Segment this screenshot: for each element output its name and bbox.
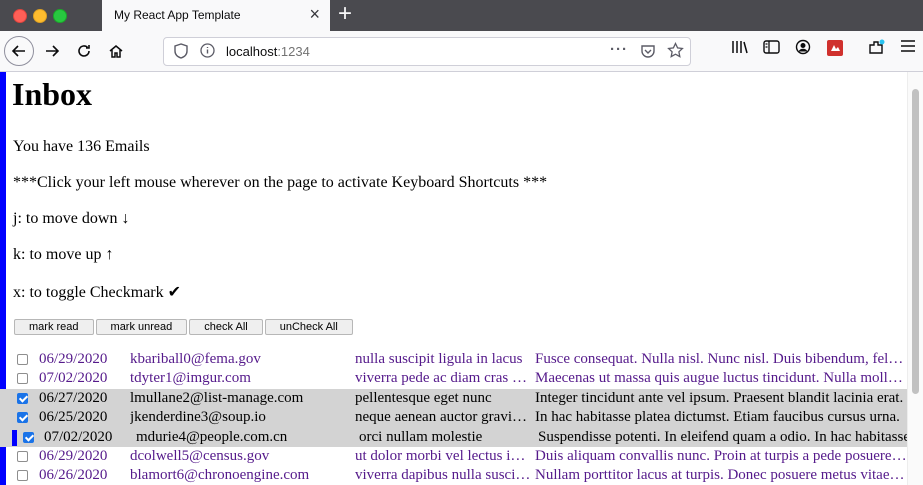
extension-icon[interactable] [827, 40, 843, 59]
email-row[interactable]: 06/26/2020 blamort6@chronoengine.com viver… [0, 466, 908, 485]
email-sender: blamort6@chronoengine.com [130, 467, 310, 484]
email-subject: viverra dapibus nulla suscipit ligula [355, 467, 531, 484]
email-subject: nulla suscipit ligula in lacus [355, 351, 523, 367]
shield-icon[interactable] [174, 43, 188, 64]
email-date: 06/29/2020 [39, 351, 108, 367]
email-sender: lmullane2@list-manage.com [130, 389, 304, 406]
account-icon[interactable] [795, 39, 811, 58]
email-sender: mdurie4@people.com.cn [136, 428, 288, 445]
forward-arrow-icon[interactable] [38, 37, 66, 65]
info-icon[interactable] [200, 43, 215, 63]
close-tab-icon[interactable]: × [309, 5, 320, 23]
tab-strip: My React App Template × + [0, 0, 923, 31]
email-row[interactable]: 06/25/2020 jkenderdine3@soup.io neque aene… [0, 408, 908, 428]
email-date: 06/26/2020 [39, 467, 108, 484]
page-title: Inbox [12, 76, 93, 112]
email-subject: neque aenean auctor gravida sem [355, 409, 531, 426]
url-port: :1234 [277, 44, 310, 59]
email-sender: jkenderdine3@soup.io [130, 409, 266, 426]
email-subject: pellentesque eget nunc [355, 389, 492, 406]
mark-read-button[interactable]: mark read [14, 319, 94, 335]
email-checkbox[interactable] [23, 431, 34, 443]
shortcut-down-text: j: to move down ↓ [13, 210, 130, 227]
navigation-toolbar: localhost:1234 ··· [0, 31, 923, 72]
email-body-preview: Nullam porttitor lacus at turpis. Donec … [535, 467, 907, 484]
email-list: 06/29/2020 kbariball0@fema.gov nulla susci… [0, 350, 910, 485]
email-row[interactable]: 07/02/2020 tdyter1@imgur.com viverra pede … [0, 369, 908, 388]
url-bar[interactable]: localhost:1234 ··· [163, 37, 691, 66]
email-subject: orci nullam molestie [359, 428, 483, 445]
email-row[interactable]: 06/29/2020 kbariball0@fema.gov nulla susci… [0, 350, 908, 369]
back-arrow-icon[interactable] [4, 36, 34, 66]
home-icon[interactable] [102, 37, 130, 65]
email-sender: dcolwell5@census.gov [130, 447, 270, 464]
shortcut-toggle-text: x: to toggle Checkmark ✔ [13, 284, 182, 301]
zoom-window-button[interactable] [53, 9, 67, 23]
pocket-icon[interactable] [640, 43, 656, 64]
email-body-preview: In hac habitasse platea dictumst. Etiam … [535, 409, 900, 426]
library-icon[interactable] [731, 39, 749, 58]
menu-icon[interactable] [900, 39, 916, 56]
email-body-preview: Duis aliquam convallis nunc. Proin at tu… [535, 447, 907, 464]
current-row-marker [12, 429, 17, 446]
page-scrollbar[interactable] [907, 72, 923, 485]
email-count-text: You have 136 Emails [13, 138, 150, 155]
mark-unread-button[interactable]: mark unread [95, 319, 188, 335]
email-checkbox[interactable] [17, 354, 28, 365]
email-subject: ut dolor morbi vel lectus in quam [355, 447, 531, 464]
minimize-window-button[interactable] [33, 9, 47, 23]
email-date: 07/02/2020 [44, 428, 113, 445]
email-row[interactable]: 06/29/2020 dcolwell5@census.gov ut dolor m… [0, 447, 908, 466]
email-checkbox[interactable] [17, 392, 28, 404]
email-checkbox[interactable] [17, 450, 28, 462]
email-checkbox[interactable] [17, 412, 28, 424]
email-checkbox[interactable] [17, 373, 28, 385]
email-row[interactable]: 07/02/2020 mdurie4@people.com.cn orci null… [0, 427, 910, 447]
email-date: 07/02/2020 [39, 370, 108, 387]
email-checkbox[interactable] [17, 470, 28, 482]
instruction-text: ***Click your left mouse wherever on the… [13, 174, 548, 191]
page-content[interactable]: Inbox You have 136 Emails ***Click your … [0, 72, 923, 485]
email-body-preview: Integer tincidunt ante vel ipsum. Praese… [535, 389, 904, 406]
email-row[interactable]: 06/27/2020 lmullane2@list-manage.com pelle… [0, 388, 908, 409]
scrollbar-thumb[interactable] [912, 89, 919, 394]
reload-icon[interactable] [70, 37, 98, 65]
close-window-button[interactable] [13, 9, 27, 23]
sidebar-icon[interactable] [763, 39, 780, 58]
email-date: 06/25/2020 [39, 409, 108, 426]
active-tab[interactable]: My React App Template × [102, 0, 330, 31]
url-text: localhost:1234 [226, 44, 310, 59]
email-body-preview: Fusce consequat. Nulla nisl. Nunc nisl. … [535, 351, 907, 367]
check-all-button[interactable]: check All [189, 319, 263, 335]
email-body-preview: Suspendisse potenti. In eleifend quam a … [538, 428, 910, 445]
shortcut-up-text: k: to move up ↑ [13, 246, 114, 263]
uncheck-all-button[interactable]: unCheck All [264, 319, 353, 335]
email-subject: viverra pede ac diam cras pellentesque [355, 370, 531, 387]
email-body-preview: Maecenas ut massa quis augue luctus tinc… [535, 370, 907, 387]
action-buttons: mark read mark unread check All unCheck … [14, 319, 353, 335]
email-sender: kbariball0@fema.gov [130, 351, 261, 367]
email-date: 06/29/2020 [39, 447, 108, 464]
puzzle-icon[interactable] [868, 39, 886, 59]
email-date: 06/27/2020 [39, 389, 108, 406]
bookmark-star-icon[interactable] [667, 41, 684, 64]
url-host: localhost [226, 44, 278, 59]
email-sender: tdyter1@imgur.com [130, 370, 251, 387]
tab-title: My React App Template [114, 8, 241, 22]
more-icon[interactable]: ··· [610, 41, 628, 58]
new-tab-icon[interactable]: + [338, 2, 352, 26]
